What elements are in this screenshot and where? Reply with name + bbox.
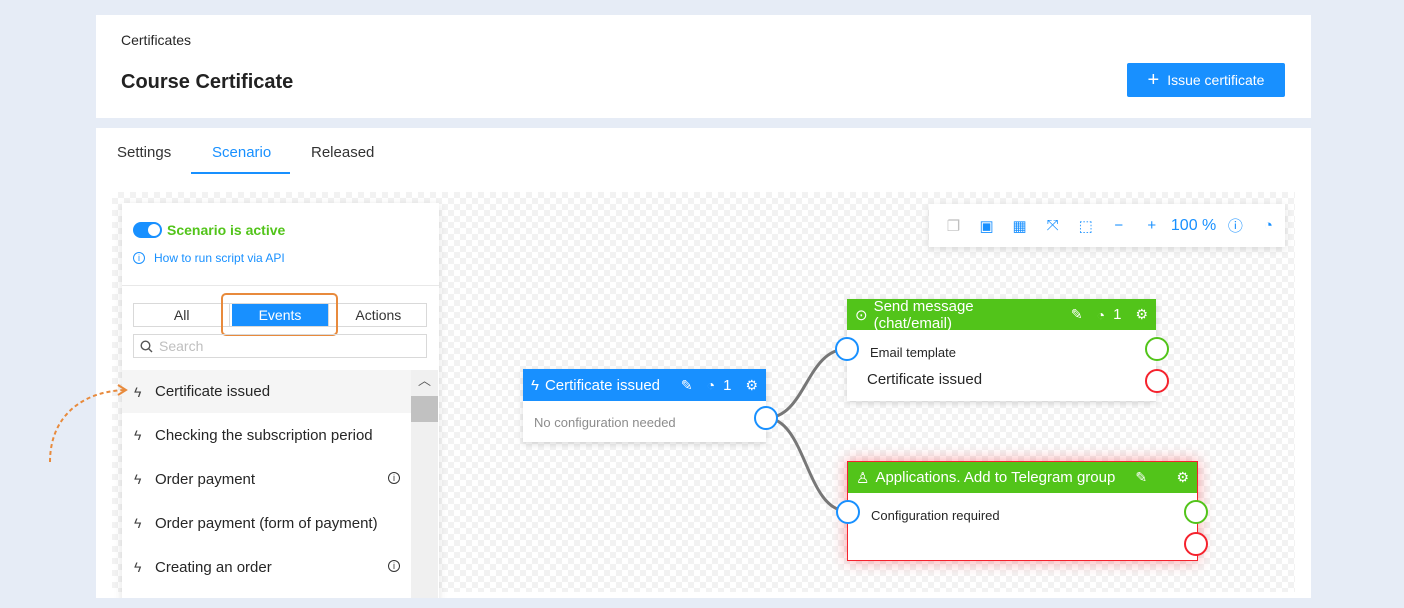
scenario-status-label: Scenario is active [167,222,286,238]
search-input[interactable] [159,338,409,354]
event-list-panel: Scenario is active i How to run script v… [122,203,439,598]
grid-icon[interactable]: ▦ [1003,217,1036,235]
gear-icon[interactable]: ⚙ [1176,469,1189,486]
node-body: Certificate issued [867,371,983,388]
divider [122,285,439,286]
input-port[interactable] [836,500,860,524]
node-title: Send message (chat/email) [873,297,974,332]
connector-trigger-send [765,347,848,420]
list-item-label: Creating an order [155,558,272,576]
node-subtitle: Configuration required [871,508,1000,523]
api-help-link-label: How to run script via API [154,251,285,265]
event-list: ϟ Certificate issued ϟ Checking the subs… [122,370,411,589]
node-send-message[interactable]: ⊙ Send message (chat/email) ✎ ◔ 1 ⚙ Emai… [835,297,1169,401]
zoom-in-icon[interactable]: + [1135,217,1168,234]
info-icon: i [133,252,145,264]
node-header: ϟ Certificate issued ✎ ◔ 1 ⚙ [523,369,766,401]
lightning-icon: ϟ [531,376,539,394]
user-icon: ♙ [856,469,870,487]
help-icon[interactable]: ⓘ [1219,215,1252,236]
node-title: Applications. Add to Telegram group [875,469,1116,486]
success-port[interactable] [1184,500,1208,524]
breadcrumb[interactable]: Certificates [121,32,191,48]
node-title: Certificate issued [544,376,661,394]
clock-icon: ◔ [1096,306,1106,323]
gear-icon[interactable]: ⚙ [1135,306,1148,323]
main-card: Settings Scenario Released Scenario is a… [96,128,1311,598]
search-box [133,334,427,358]
lightning-icon: ϟ [134,559,142,575]
plus-icon: + [1147,69,1160,91]
node-count: 1 [723,376,732,394]
annotation-arrow [49,384,128,463]
chat-icon: ⊙ [855,306,868,324]
clock-icon: ◔ [706,377,716,393]
frame-icon[interactable]: ⬚ [1069,217,1102,235]
scroll-thumb[interactable] [411,396,438,422]
info-icon[interactable]: i [388,560,400,572]
lightning-icon: ϟ [134,515,142,531]
list-item[interactable]: ϟ Checking the subscription period [122,413,411,457]
node-telegram-group[interactable]: ♙ Applications. Add to Telegram group ✎ … [836,461,1208,561]
node-subtitle: Email template [870,345,956,360]
node-certificate-issued[interactable]: ϟ Certificate issued ✎ ◔ 1 ⚙ No configur… [523,369,778,442]
list-scrollbar[interactable]: ︿ [411,370,438,598]
list-item-label: Order payment [155,470,256,488]
lightning-icon: ϟ [134,383,142,400]
zoom-out-icon[interactable]: − [1102,217,1135,234]
edit-icon[interactable]: ✎ [681,377,693,394]
filter-all[interactable]: All [134,304,231,326]
canvas-toolbar: ❐ ▣ ▦ ⤧ ⬚ − + 100 % ⓘ ◔ [929,204,1285,247]
api-help-link[interactable]: i How to run script via API [133,251,285,265]
scenario-active-toggle[interactable] [133,222,162,238]
node-header: ⊙ Send message (chat/email) ✎ ◔ 1 ⚙ [847,297,1156,332]
issue-certificate-button[interactable]: + Issue certificate [1127,63,1285,97]
node-header: ♙ Applications. Add to Telegram group ✎ … [848,462,1197,493]
input-port[interactable] [835,337,859,361]
lightning-icon: ϟ [134,427,142,443]
header-card: Certificates Course Certificate + Issue … [96,15,1311,118]
fit-screen-icon[interactable]: ⤧ [1036,217,1069,234]
issue-certificate-label: Issue certificate [1167,72,1265,88]
history-icon[interactable]: ◔ [1252,217,1285,234]
success-port[interactable] [1145,337,1169,361]
list-item[interactable]: ϟ Order payment (form of payment) [122,501,411,545]
list-item-label: Order payment (form of payment) [155,514,378,532]
info-icon[interactable]: i [388,472,400,484]
events-highlight-annotation [221,293,338,336]
connector-trigger-telegram [765,416,848,513]
gear-icon[interactable]: ⚙ [745,377,758,394]
list-item[interactable]: ϟ Order payment i [122,457,411,501]
lightning-icon: ϟ [134,471,142,487]
list-item-label: Checking the subscription period [155,426,373,444]
failure-port[interactable] [1184,532,1208,556]
filter-actions[interactable]: Actions [331,304,426,326]
node-body: No configuration needed [534,415,676,430]
node-count: 1 [1113,306,1122,323]
list-item[interactable]: ϟ Certificate issued [122,370,411,413]
paste-icon[interactable]: ▣ [970,217,1003,235]
search-icon [140,339,153,352]
scroll-up-icon[interactable]: ︿ [418,370,431,389]
list-item-label: Certificate issued [155,383,271,400]
copy-icon[interactable]: ❐ [937,217,970,235]
edit-icon[interactable]: ✎ [1071,306,1083,323]
zoom-level: 100 % [1170,216,1217,234]
failure-port[interactable] [1145,369,1169,393]
output-port[interactable] [754,406,778,430]
list-item[interactable]: ϟ Creating an order i [122,545,411,589]
page-title: Course Certificate [121,71,294,93]
edit-icon[interactable]: ✎ [1135,469,1147,486]
